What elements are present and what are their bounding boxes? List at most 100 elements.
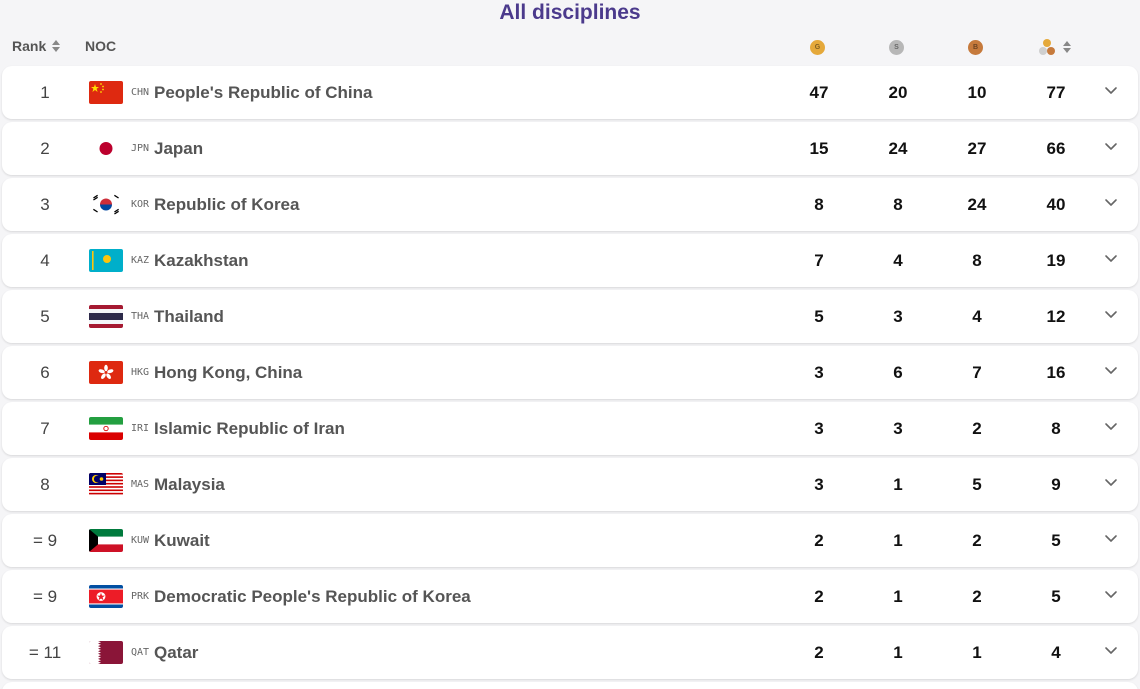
- bronze-count: 7: [972, 363, 982, 382]
- chevron-down-icon[interactable]: [1103, 364, 1119, 378]
- table-row[interactable]: = 11 QAT Qatar 2 1 1 4: [2, 626, 1138, 679]
- country-name[interactable]: Islamic Republic of Iran: [154, 402, 345, 455]
- chevron-down-icon[interactable]: [1103, 140, 1119, 154]
- rank-value: 2: [40, 139, 50, 158]
- malaysia-flag-icon: [89, 473, 123, 496]
- bronze-count: 10: [967, 83, 987, 102]
- chevron-down-icon[interactable]: [1103, 588, 1119, 602]
- rank-header-label: Rank: [12, 38, 47, 54]
- chevron-down-icon[interactable]: [1103, 252, 1119, 266]
- japan-flag-icon: [89, 137, 123, 160]
- total-count: 77: [1046, 83, 1066, 102]
- country-name[interactable]: Thailand: [154, 290, 224, 343]
- chevron-down-icon[interactable]: [1103, 84, 1119, 98]
- silver-count: 20: [888, 83, 908, 102]
- bronze-medal-icon[interactable]: B: [968, 40, 983, 55]
- silver-count: 1: [893, 587, 903, 606]
- table-row[interactable]: 5 THA Thailand 5 3 4 12: [2, 290, 1138, 343]
- gold-medal-icon[interactable]: G: [810, 40, 825, 55]
- rank-value: 7: [40, 419, 50, 438]
- gold-count: 7: [814, 251, 824, 270]
- country-name[interactable]: Kazakhstan: [154, 234, 248, 287]
- table-row[interactable]: 8 MAS Malaysia 3 1 5 9: [2, 458, 1138, 511]
- noc-code: KAZ: [131, 255, 150, 266]
- noc-code: THA: [131, 311, 150, 322]
- kuwait-flag-icon: [89, 529, 123, 552]
- country-name[interactable]: Malaysia: [154, 458, 225, 511]
- hong-kong-flag-icon: [89, 361, 123, 384]
- chevron-down-icon[interactable]: [1103, 644, 1119, 658]
- noc-code: JPN: [131, 143, 150, 154]
- dprk-flag-icon: [89, 585, 123, 608]
- rank-sort-header[interactable]: Rank: [12, 38, 61, 54]
- sort-icon: [52, 39, 61, 53]
- rank-value: = 9: [32, 531, 58, 550]
- total-count: 5: [1051, 531, 1061, 550]
- table-row[interactable]: = 9 KUW Kuwait 2 1 2 5: [2, 514, 1138, 567]
- table-row[interactable]: 7 IRI Islamic Republic of Iran 3 3 2 8: [2, 402, 1138, 455]
- silver-count: 4: [893, 251, 903, 270]
- table-row[interactable]: 6 HKG Hong Kong, China 3 6 7 16: [2, 346, 1138, 399]
- gold-count: 3: [814, 363, 824, 382]
- rank-value: 6: [40, 363, 50, 382]
- bronze-count: 2: [972, 531, 982, 550]
- table-row[interactable]: 4 KAZ Kazakhstan 7 4 8 19: [2, 234, 1138, 287]
- country-name[interactable]: Hong Kong, China: [154, 346, 302, 399]
- silver-count: 24: [888, 139, 908, 158]
- chevron-down-icon[interactable]: [1103, 308, 1119, 322]
- rank-value: 8: [40, 475, 50, 494]
- iran-flag-icon: [89, 417, 123, 440]
- rank-value: 1: [40, 83, 50, 102]
- chevron-down-icon[interactable]: [1103, 196, 1119, 210]
- qatar-flag-icon: [89, 641, 123, 664]
- gold-count: 47: [809, 83, 829, 102]
- table-row[interactable]: 3 KOR Republic of Korea 8 8 24 40: [2, 178, 1138, 231]
- noc-code: HKG: [131, 367, 150, 378]
- silver-count: 1: [893, 531, 903, 550]
- noc-code: KUW: [131, 535, 150, 546]
- rank-value: 3: [40, 195, 50, 214]
- noc-code: CHN: [131, 87, 150, 98]
- total-sort-header[interactable]: [1038, 37, 1072, 59]
- table-row[interactable]: = 9 PRK Democratic People's Republic of Ko…: [2, 570, 1138, 623]
- table-row[interactable]: 1 CHN People's Republic of China 47 20 10 77: [2, 66, 1138, 119]
- country-name[interactable]: Kuwait: [154, 514, 210, 567]
- country-name[interactable]: Republic of Korea: [154, 178, 299, 231]
- chevron-down-icon[interactable]: [1103, 532, 1119, 546]
- country-name[interactable]: People's Republic of China: [154, 66, 372, 119]
- korea-flag-icon: [89, 193, 123, 216]
- china-flag-icon: [89, 81, 123, 104]
- gold-count: 3: [814, 419, 824, 438]
- table-row[interactable]: [2, 682, 1138, 689]
- noc-code: IRI: [131, 423, 150, 434]
- bronze-count: 24: [967, 195, 987, 214]
- gold-count: 15: [809, 139, 829, 158]
- chevron-down-icon[interactable]: [1103, 476, 1119, 490]
- gold-count: 2: [814, 531, 824, 550]
- gold-count: 2: [814, 643, 824, 662]
- page-title: All disciplines: [499, 1, 641, 24]
- medals-icon-part: [1039, 47, 1047, 55]
- noc-code: PRK: [131, 591, 150, 602]
- rank-value: 5: [40, 307, 50, 326]
- total-count: 66: [1046, 139, 1066, 158]
- table-row[interactable]: 2 JPN Japan 15 24 27 66: [2, 122, 1138, 175]
- country-name[interactable]: Democratic People's Republic of Korea: [154, 570, 471, 623]
- rank-value: = 9: [32, 587, 58, 606]
- total-count: 19: [1046, 251, 1066, 270]
- total-count: 8: [1051, 419, 1061, 438]
- noc-header-label: NOC: [85, 38, 117, 54]
- silver-medal-icon[interactable]: S: [889, 40, 904, 55]
- gold-count: 2: [814, 587, 824, 606]
- silver-count: 3: [893, 307, 903, 326]
- country-name[interactable]: Japan: [154, 122, 203, 175]
- bronze-count: 27: [967, 139, 987, 158]
- country-name[interactable]: Qatar: [154, 626, 198, 679]
- silver-count: 6: [893, 363, 903, 382]
- gold-count: 3: [814, 475, 824, 494]
- bronze-count: 4: [972, 307, 982, 326]
- chevron-down-icon[interactable]: [1103, 420, 1119, 434]
- table-header: Rank NOC G S B: [0, 34, 1140, 60]
- noc-code: MAS: [131, 479, 150, 490]
- bronze-count: 2: [972, 587, 982, 606]
